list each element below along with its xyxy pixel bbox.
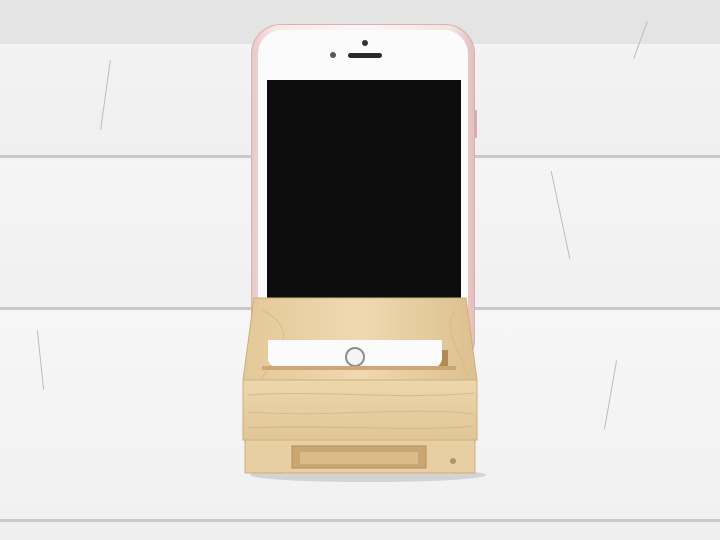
stand-front-face <box>242 379 478 441</box>
wood-knot <box>450 458 456 464</box>
photo-scene <box>0 0 720 540</box>
wooden-stand <box>242 297 478 474</box>
home-button-icon <box>345 347 365 367</box>
stand-sound-port-inner <box>300 452 418 464</box>
slot-lip <box>262 366 456 370</box>
